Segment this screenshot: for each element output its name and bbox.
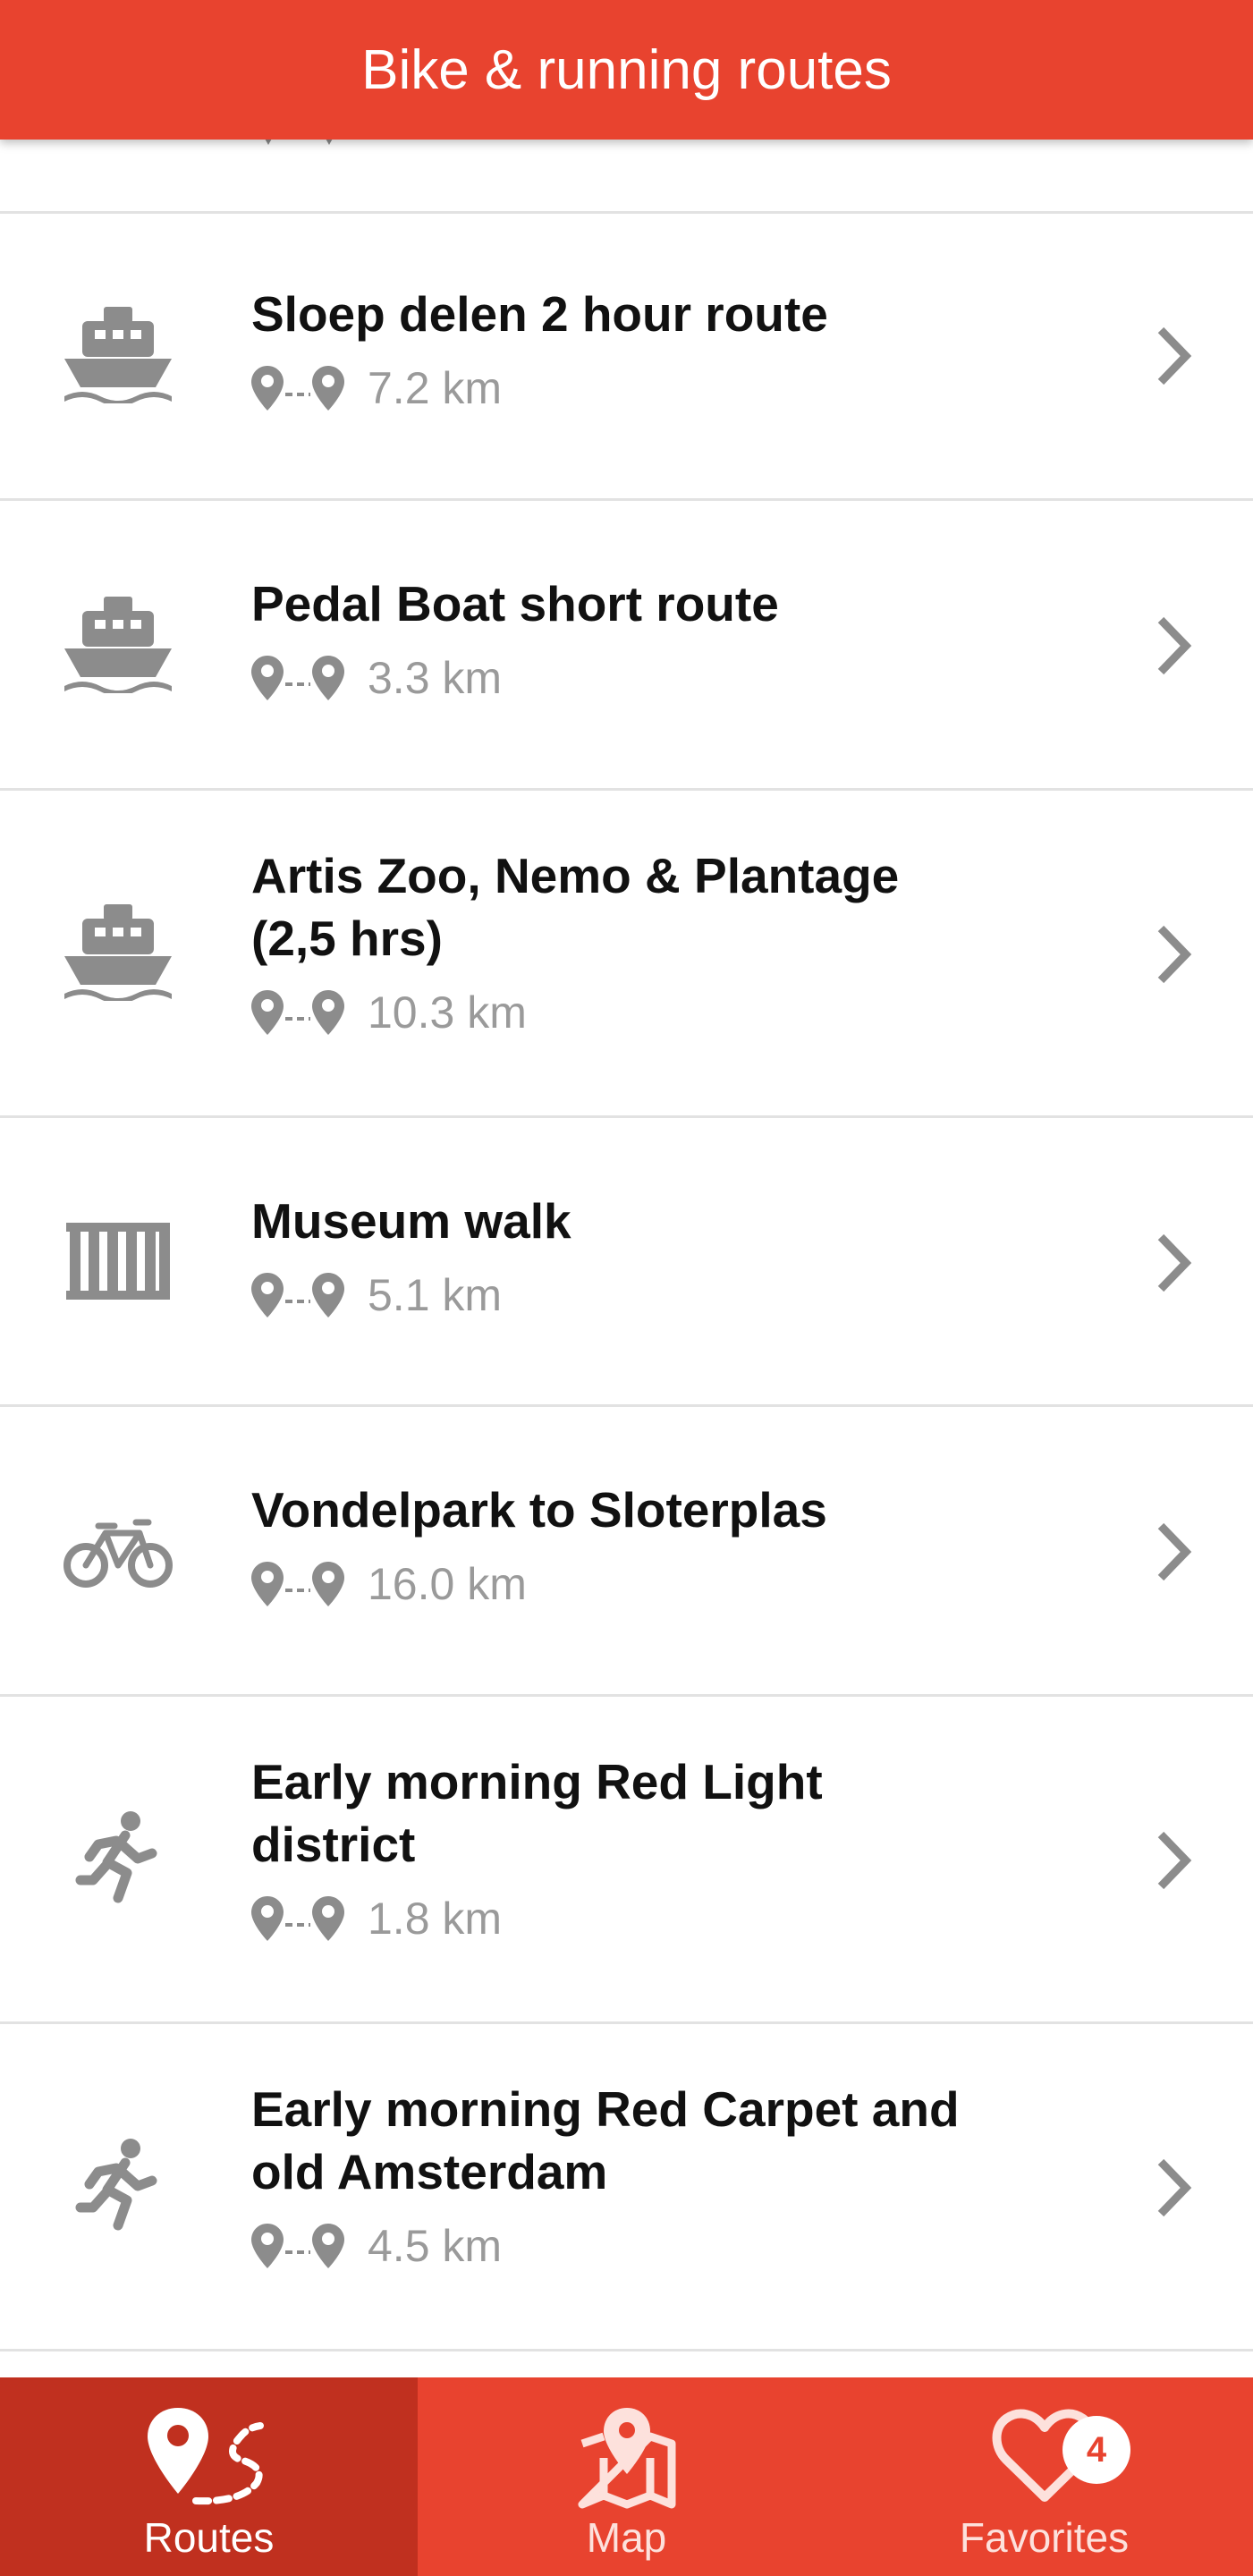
route-distance: 7.2 km [368, 363, 503, 413]
route-pins-icon [251, 1273, 344, 1318]
app-header: Bike & running routes [0, 0, 1253, 140]
route-distance: 4.5 km [368, 2221, 503, 2271]
route-distance: 1.8 km [368, 1894, 503, 1944]
route-title: Vondelpark to Sloterplas [251, 1482, 827, 1538]
route-row-4[interactable]: Museum walk 5.1 km [0, 1118, 1253, 1407]
app-screen: Bike & running routes Sloep delen 2 hour… [0, 0, 1253, 2576]
boat-icon [63, 305, 174, 403]
route-info: Early morning Red Carpet and old Amsterd… [251, 2078, 985, 2273]
header-title: Bike & running routes [361, 38, 892, 101]
heart-icon [835, 2404, 1253, 2512]
route-distance: 10.3 km [368, 987, 527, 1038]
chevron-right-icon [1157, 925, 1192, 984]
route-list[interactable]: Sloep delen 2 hour route 7.2 km Pedal Bo… [0, 140, 1253, 2377]
route-title: Early morning Red Carpet and old Amsterd… [251, 2081, 960, 2199]
bike-icon [63, 1501, 174, 1599]
route-meta: 3.3 km [251, 651, 985, 705]
route-title: Artis Zoo, Nemo & Plantage (2,5 hrs) [251, 848, 900, 966]
chevron-right-icon [1157, 2158, 1192, 2217]
chevron-right-icon [1157, 1831, 1192, 1890]
route-meta: 4.5 km [251, 2219, 985, 2273]
route-meta: 7.2 km [251, 361, 985, 415]
map-icon [418, 2404, 835, 2512]
route-pins-icon [251, 1896, 344, 1941]
tab-label: Favorites [959, 2514, 1130, 2561]
route-row-6[interactable]: Early morning Red Light district 1.8 km [0, 1697, 1253, 2024]
favorites-count-badge: 4 [1063, 2416, 1130, 2484]
route-pins-icon [265, 140, 333, 145]
route-row-3[interactable]: Artis Zoo, Nemo & Plantage (2,5 hrs) 10.… [0, 791, 1253, 1118]
route-pins-icon [251, 1562, 344, 1606]
route-title: Early morning Red Light district [251, 1754, 823, 1872]
list-item-partial[interactable] [0, 140, 1253, 214]
boat-icon [63, 595, 174, 693]
tab-routes[interactable]: Routes [0, 2377, 418, 2576]
route-info: Early morning Red Light district 1.8 km [251, 1750, 985, 1945]
route-info: Artis Zoo, Nemo & Plantage (2,5 hrs) 10.… [251, 844, 985, 1039]
route-info: Museum walk 5.1 km [251, 1190, 985, 1322]
route-meta: 1.8 km [251, 1892, 985, 1945]
route-title: Sloep delen 2 hour route [251, 286, 828, 342]
chevron-right-icon [1157, 326, 1192, 386]
routes-icon [0, 2404, 418, 2512]
route-meta: 5.1 km [251, 1268, 985, 1322]
running-icon [63, 2136, 174, 2234]
tab-map[interactable]: Map [418, 2377, 835, 2576]
route-title: Museum walk [251, 1193, 571, 1249]
route-pins-icon [251, 2224, 344, 2268]
route-distance: 3.3 km [368, 653, 503, 703]
route-meta: 16.0 km [251, 1557, 985, 1611]
tab-favorites[interactable]: Favorites [835, 2377, 1253, 2576]
route-info: Sloep delen 2 hour route 7.2 km [251, 283, 985, 415]
route-pins-icon [251, 366, 344, 411]
chevron-right-icon [1157, 1233, 1192, 1292]
route-title: Pedal Boat short route [251, 576, 779, 631]
route-info: Pedal Boat short route 3.3 km [251, 572, 985, 705]
tab-label: Map [586, 2514, 667, 2561]
route-meta: 10.3 km [251, 986, 985, 1039]
route-pins-icon [251, 990, 344, 1035]
running-icon [63, 1809, 174, 1907]
chevron-right-icon [1157, 1522, 1192, 1581]
route-distance: 16.0 km [368, 1559, 527, 1609]
museum-icon [63, 1212, 174, 1310]
route-row-5[interactable]: Vondelpark to Sloterplas 16.0 km [0, 1407, 1253, 1697]
tab-label: Routes [143, 2514, 275, 2561]
boat-icon [63, 902, 174, 1001]
route-row-1[interactable]: Sloep delen 2 hour route 7.2 km [0, 211, 1253, 501]
route-row-2[interactable]: Pedal Boat short route 3.3 km [0, 501, 1253, 791]
bottom-tab-bar: Routes Map Favorites [0, 2377, 1253, 2576]
route-info: Vondelpark to Sloterplas 16.0 km [251, 1479, 985, 1611]
route-row-7[interactable]: Early morning Red Carpet and old Amsterd… [0, 2024, 1253, 2351]
route-pins-icon [251, 656, 344, 700]
chevron-right-icon [1157, 616, 1192, 675]
route-distance: 5.1 km [368, 1270, 503, 1320]
